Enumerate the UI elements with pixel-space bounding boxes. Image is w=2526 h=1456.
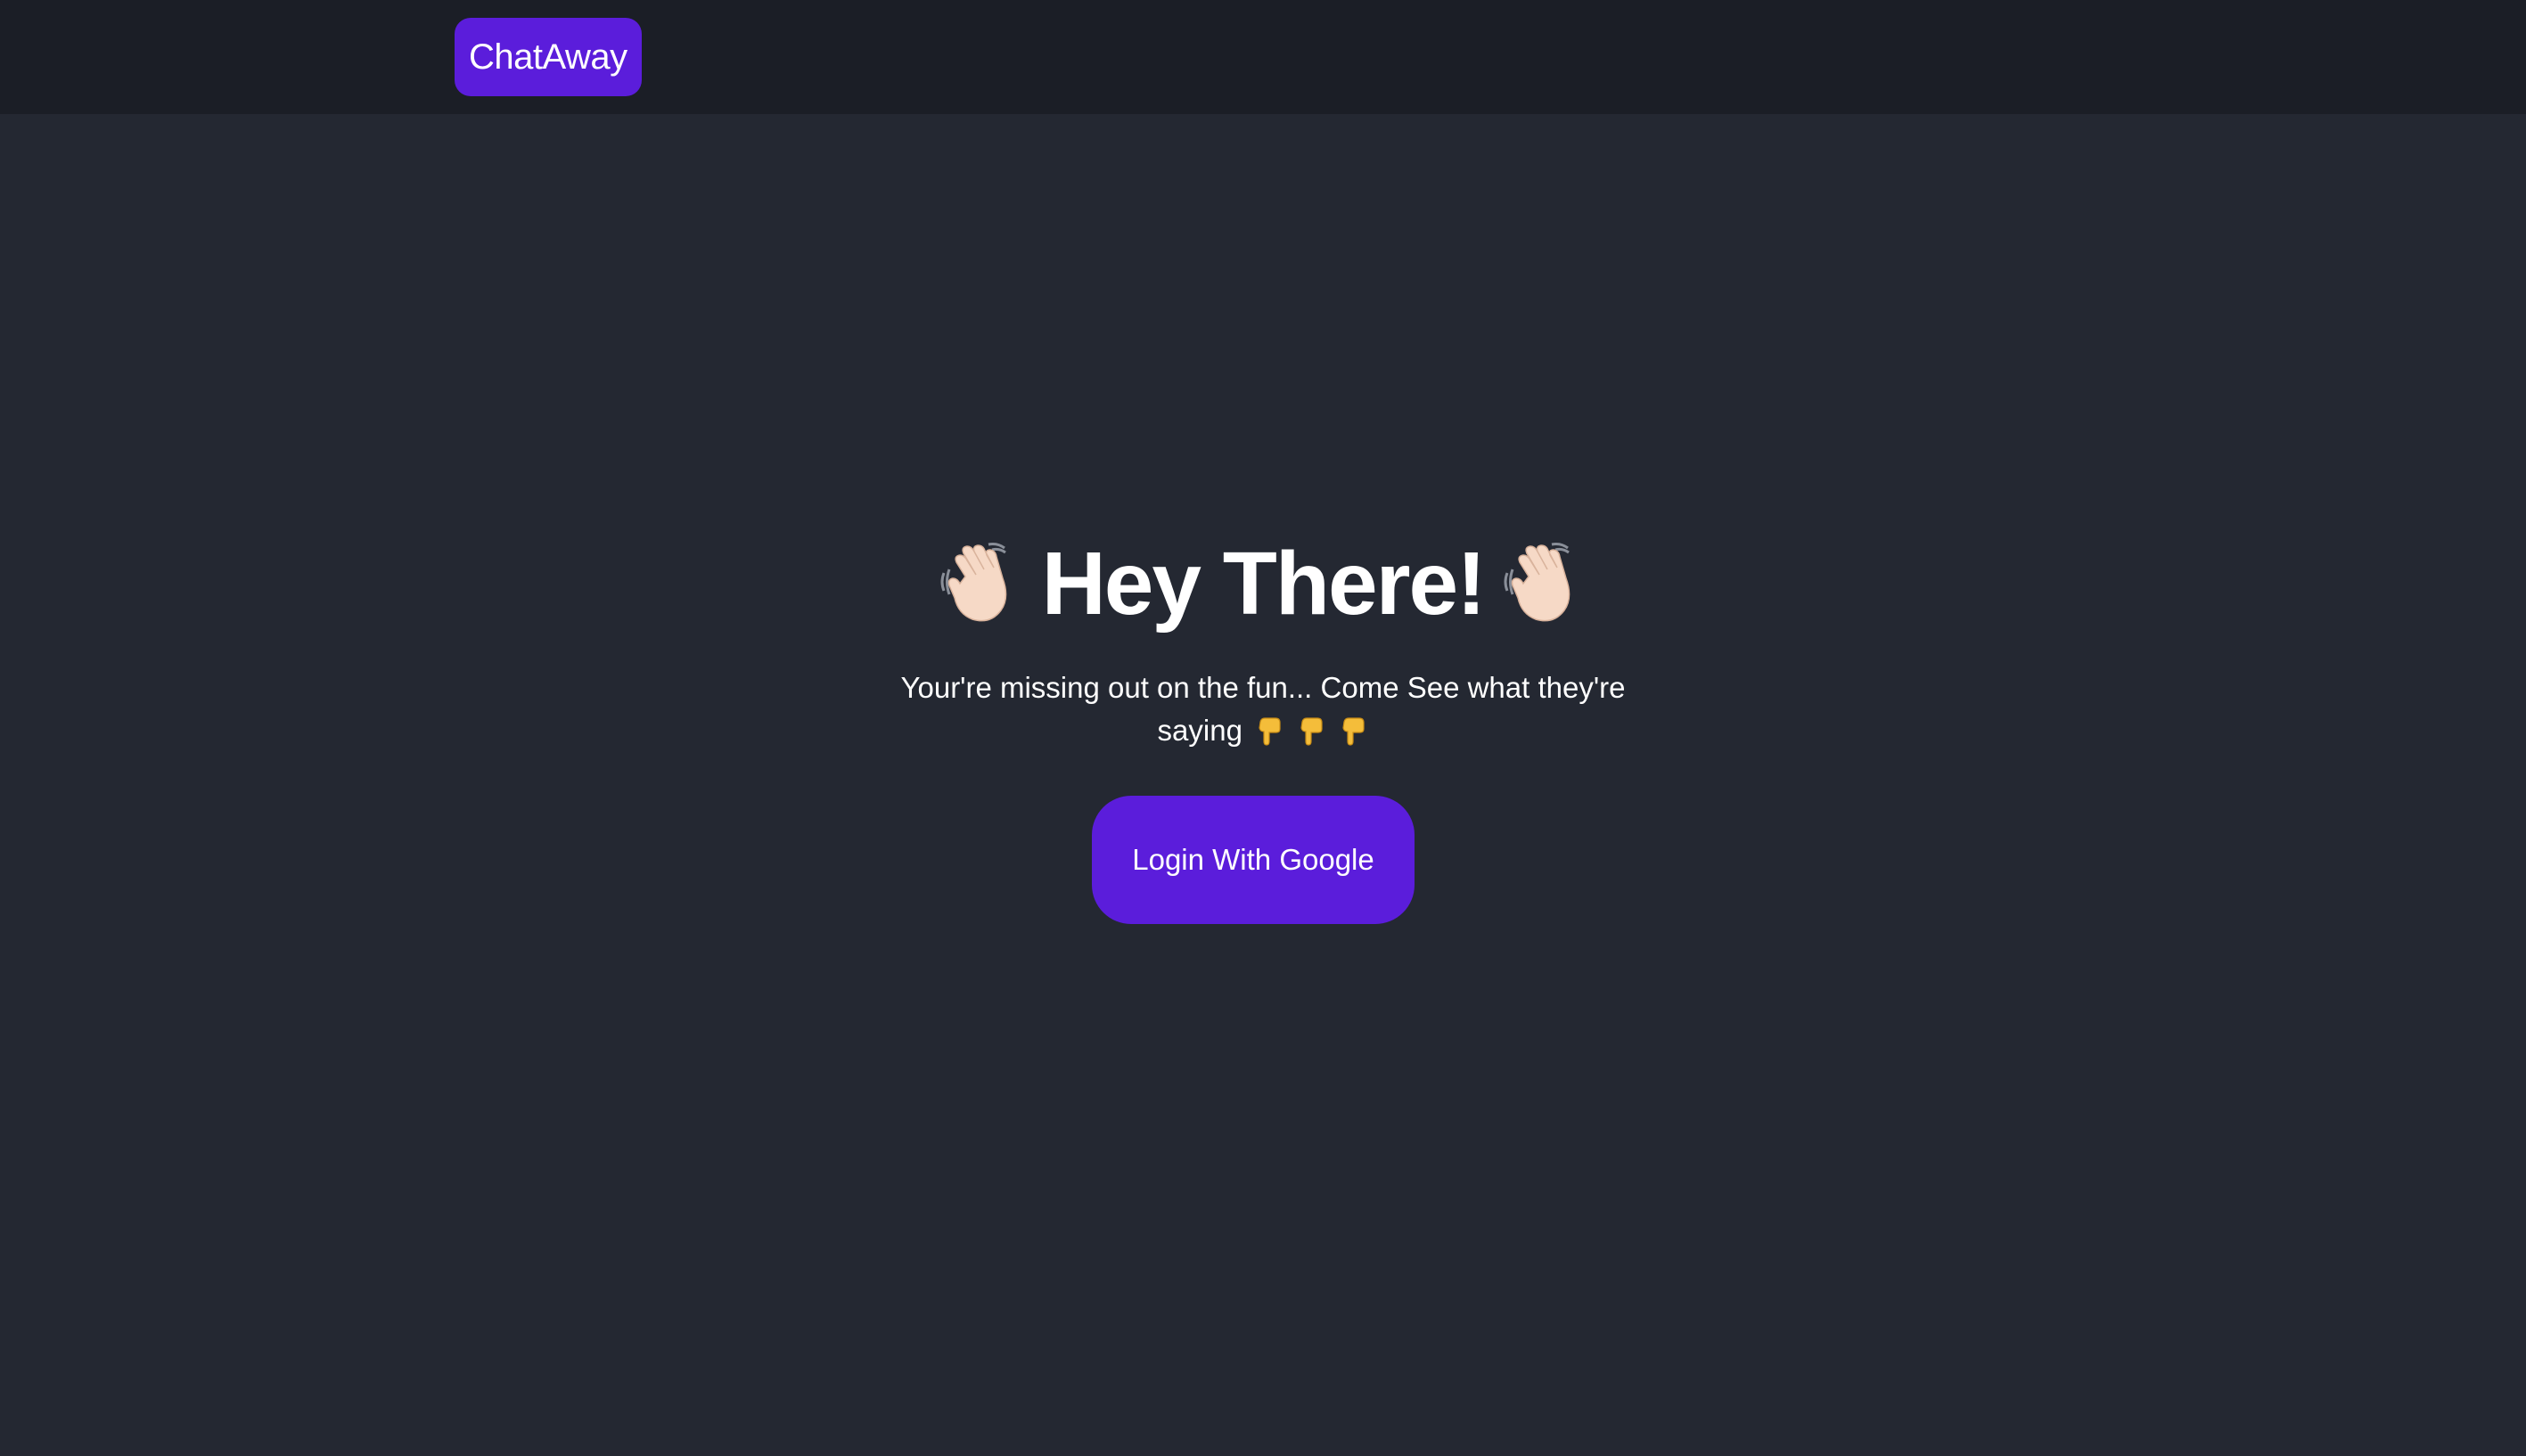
waving-hand-icon (937, 539, 1026, 628)
subtitle-line-1: Your're missing out on the fun... Come S… (900, 671, 1626, 704)
subtitle-line-2-text: saying (1157, 714, 1242, 747)
page-title: Hey There! (1041, 534, 1487, 634)
pointing-down-icon (1256, 716, 1284, 746)
waving-hand-icon (1500, 539, 1589, 628)
title-row: Hey There! (0, 530, 2526, 637)
subtitle: Your're missing out on the fun... Come S… (862, 667, 1664, 752)
pointing-down-icon (1340, 716, 1368, 746)
pointing-down-icon (1298, 716, 1326, 746)
subtitle-line-2: saying (862, 709, 1664, 752)
hero-section: Hey There! Your're missing out on the fu… (0, 0, 2526, 1456)
login-with-google-button[interactable]: Login With Google (1092, 796, 1415, 924)
